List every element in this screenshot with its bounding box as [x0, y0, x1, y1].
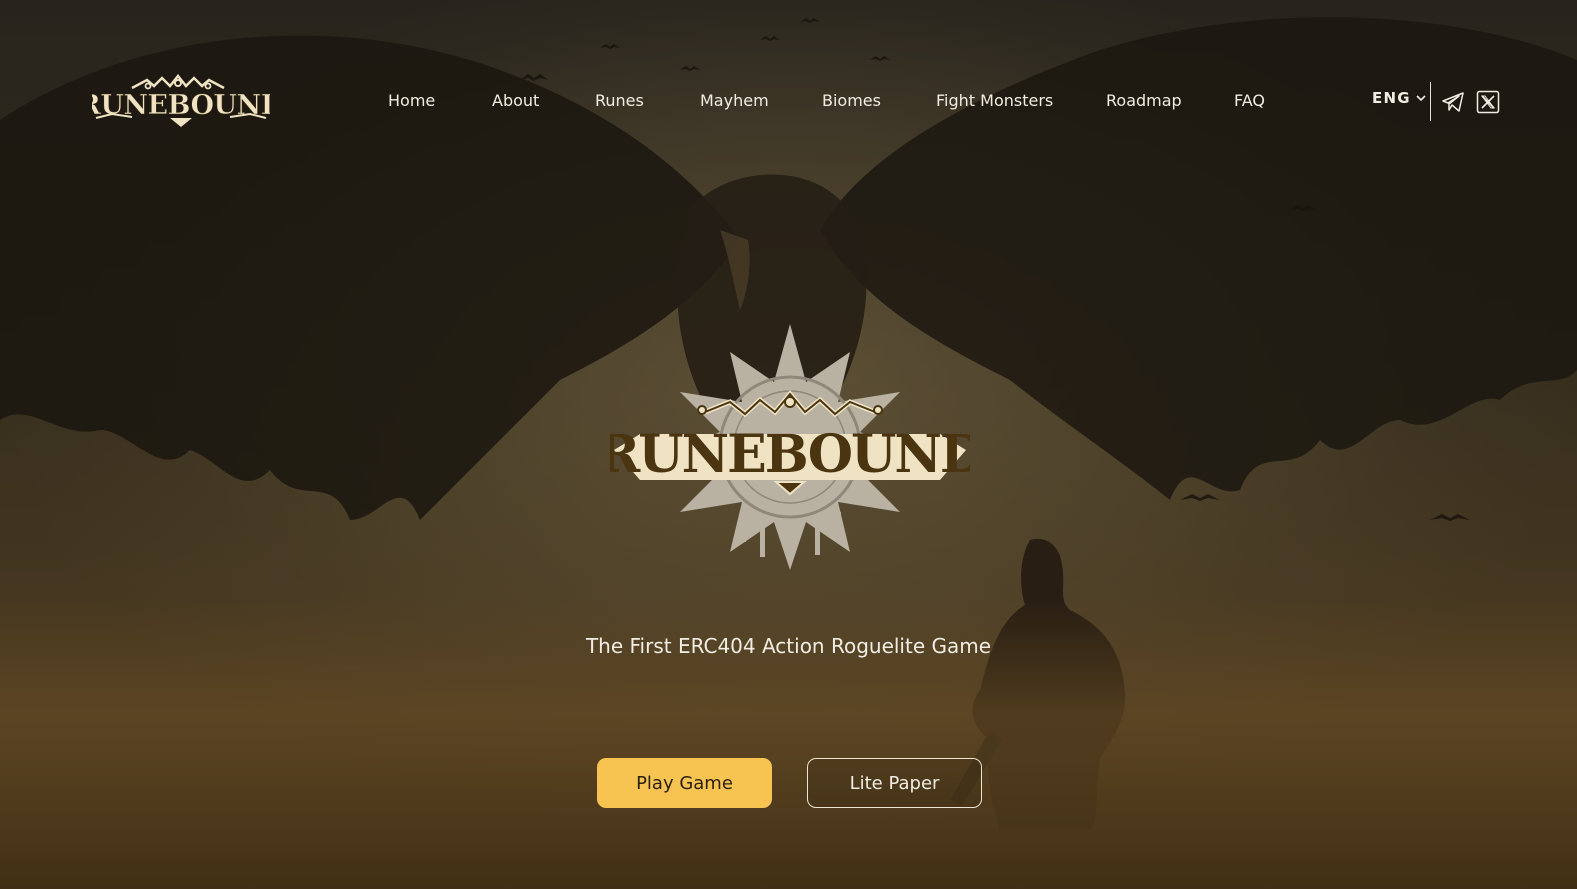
nav-item-biomes[interactable]: Biomes [822, 88, 881, 114]
language-label: ENG [1372, 89, 1411, 107]
header-divider [1430, 82, 1431, 121]
lite-paper-button[interactable]: Lite Paper [807, 758, 982, 808]
language-selector[interactable]: ENG [1372, 89, 1426, 107]
telegram-link[interactable] [1441, 90, 1465, 114]
hero-tagline: The First ERC404 Action Roguelite Game [585, 634, 992, 658]
chevron-down-icon [1416, 95, 1426, 102]
header-logo-text: RUNEBOUND [92, 90, 270, 121]
nav-item-fight-monsters[interactable]: Fight Monsters [936, 88, 1053, 114]
telegram-icon [1442, 92, 1464, 112]
x-icon [1476, 90, 1500, 114]
nav-item-mayhem[interactable]: Mayhem [700, 88, 769, 114]
runebound-emblem-icon: RUNEBOUND [597, 324, 985, 570]
nav-item-home[interactable]: Home [388, 88, 435, 114]
header-logo[interactable]: RUNEBOUND [78, 73, 284, 128]
site-header: RUNEBOUND Home About Runes Mayhem Biomes… [0, 0, 1577, 200]
runebound-logo-icon: RUNEBOUND [78, 73, 284, 127]
hero-page: RUNEBOUND Home About Runes Mayhem Biomes… [0, 0, 1577, 889]
hero-emblem-text: RUNEBOUND [610, 424, 970, 485]
nav-item-about[interactable]: About [492, 88, 539, 114]
play-game-button[interactable]: Play Game [597, 758, 772, 808]
nav-item-runes[interactable]: Runes [595, 88, 644, 114]
hero-emblem: RUNEBOUND [597, 322, 985, 572]
nav-item-roadmap[interactable]: Roadmap [1106, 88, 1182, 114]
nav-item-faq[interactable]: FAQ [1234, 88, 1265, 114]
x-link[interactable] [1476, 90, 1500, 114]
